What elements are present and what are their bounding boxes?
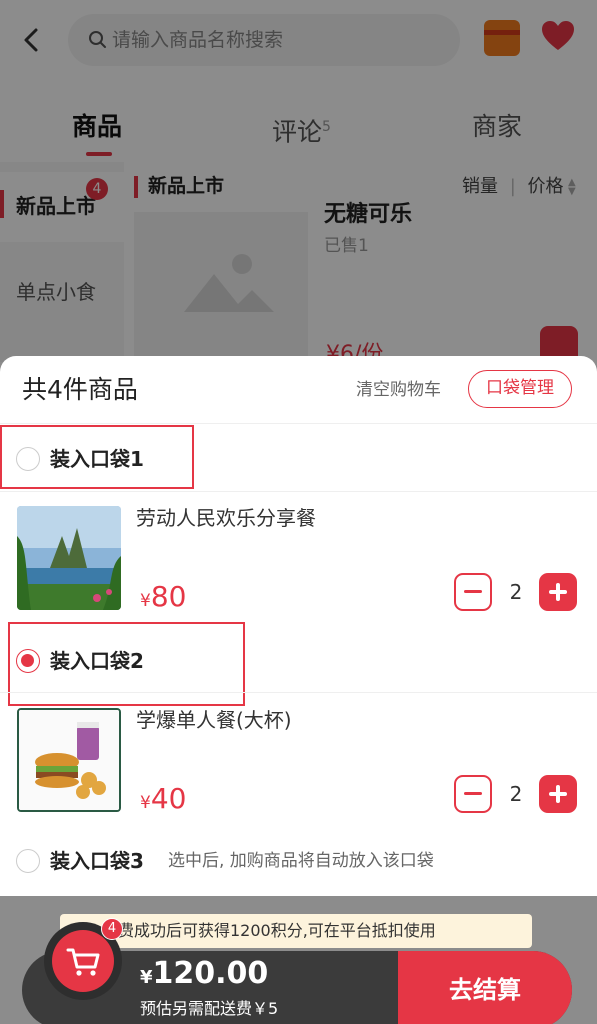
pocket-manage-button[interactable]: 口袋管理 bbox=[468, 370, 572, 408]
pocket-label-3: 装入口袋3 bbox=[50, 849, 144, 873]
highlight-box bbox=[0, 425, 194, 489]
pocket-radio-3[interactable] bbox=[16, 849, 40, 873]
divider bbox=[0, 423, 597, 424]
cart-title: 共4件商品 bbox=[22, 375, 138, 404]
decrease-quantity-button[interactable] bbox=[454, 775, 492, 813]
item-image bbox=[17, 506, 121, 610]
points-notice-text: 费成功后可获得1200积分,可在平台抵扣使用 bbox=[118, 921, 436, 940]
divider bbox=[0, 692, 597, 693]
item-image bbox=[17, 708, 121, 812]
clear-cart-button[interactable]: 清空购物车 bbox=[356, 378, 441, 402]
item-name: 劳动人民欢乐分享餐 bbox=[136, 506, 316, 530]
cart-total: ¥120.00 bbox=[140, 956, 269, 991]
checkout-button[interactable]: 去结算 bbox=[398, 951, 572, 1024]
item-price: ¥80 bbox=[140, 580, 187, 613]
quantity-value: 2 bbox=[509, 580, 523, 604]
shopping-cart-icon bbox=[66, 948, 100, 976]
cart-button[interactable] bbox=[52, 930, 114, 992]
delivery-fee-note: 预估另需配送费￥5 bbox=[140, 999, 279, 1018]
highlight-box bbox=[8, 622, 245, 706]
item-price: ¥40 bbox=[140, 782, 187, 815]
item-name: 学爆单人餐(大杯) bbox=[136, 708, 292, 732]
increase-quantity-button[interactable] bbox=[539, 573, 577, 611]
cart-count-badge: 4 bbox=[101, 918, 123, 940]
pocket-hint: 选中后, 加购商品将自动放入该口袋 bbox=[168, 851, 434, 871]
decrease-quantity-button[interactable] bbox=[454, 573, 492, 611]
quantity-value: 2 bbox=[509, 782, 523, 806]
increase-quantity-button[interactable] bbox=[539, 775, 577, 813]
divider bbox=[0, 491, 597, 492]
